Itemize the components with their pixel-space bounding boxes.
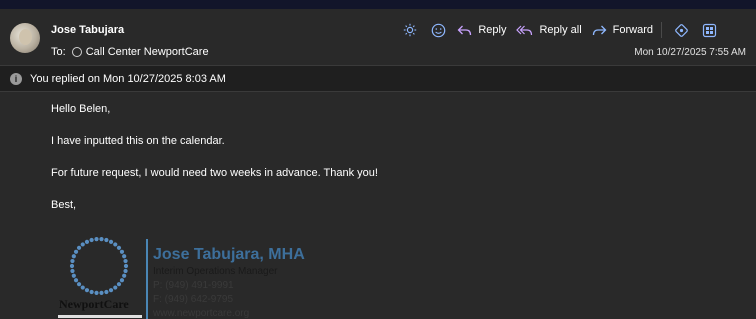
reply-all-label: Reply all: [539, 24, 582, 36]
reply-all-icon: [516, 25, 533, 35]
logo-ring-dot: [69, 263, 75, 269]
forward-label: Forward: [612, 24, 653, 36]
logo-ring-dot: [73, 249, 79, 254]
logo-ring-dot: [89, 237, 94, 243]
logo-ring-dot: [104, 237, 109, 243]
reply-button[interactable]: Reply: [457, 24, 506, 37]
logo-underline: [58, 315, 142, 318]
greeting-line: Hello Belen,: [51, 103, 111, 115]
reply-label: Reply: [478, 24, 507, 36]
logo-ring-dot: [89, 289, 94, 295]
logo-ring-dot: [123, 258, 128, 264]
signature-fax: F: (949) 642-9795: [153, 294, 234, 305]
forward-icon: [592, 25, 607, 35]
logo-ring-dot: [84, 239, 90, 244]
signature-name: Jose Tabujara, MHA: [153, 246, 305, 263]
forward-button[interactable]: Forward: [592, 24, 653, 37]
logo-ring-dot: [70, 258, 75, 264]
logo-ring-dot: [71, 273, 76, 278]
logo-ring-dot: [70, 268, 75, 274]
emoji-icon[interactable]: [429, 21, 447, 39]
reply-info-text: You replied on Mon 10/27/2025 8:03 AM: [30, 72, 226, 85]
logo-ring-dot: [99, 237, 104, 242]
reply-info-bar: i You replied on Mon 10/27/2025 8:03 AM: [0, 65, 756, 92]
email-signature: NewportCare Jose Tabujara, MHA Interim O…: [56, 235, 356, 319]
to-label: To:: [51, 46, 66, 58]
body-line-1: I have inputted this on the calendar.: [51, 135, 225, 147]
newportcare-logo: NewportCare: [56, 235, 144, 319]
signature-title: Interim Operations Manager: [153, 266, 278, 277]
logo-ring-dot: [116, 245, 122, 250]
reply-all-button[interactable]: Reply all: [516, 24, 582, 37]
brightness-icon[interactable]: [401, 21, 419, 39]
logo-ring-dot: [80, 242, 85, 247]
logo-ring-dot: [119, 249, 125, 254]
sender-avatar[interactable]: [10, 23, 40, 53]
logo-ring-dot: [73, 278, 79, 283]
recipient-row: To: Call Center NewportCare: [51, 46, 209, 58]
closing-line: Best,: [51, 199, 77, 211]
logo-ring-dot: [113, 242, 118, 247]
window-top-strip: [0, 0, 756, 9]
logo-brand-text: NewportCare: [59, 297, 129, 311]
signature-website[interactable]: www.newportcare.org: [153, 308, 249, 319]
logo-ring-dot: [108, 239, 114, 244]
loop-app-icon[interactable]: [672, 21, 690, 39]
logo-ring-dot: [94, 237, 99, 242]
logo-ring-dot: [116, 282, 122, 287]
logo-ring-dot: [99, 290, 104, 295]
recipient-name[interactable]: Call Center NewportCare: [86, 46, 209, 58]
toolbar-divider: [661, 22, 662, 38]
signature-phone: P: (949) 491-9991: [153, 280, 234, 291]
logo-ring-dot: [76, 245, 82, 250]
message-toolbar: Reply Reply all Forward: [391, 21, 718, 39]
logo-ring-dot: [84, 288, 90, 293]
body-line-2: For future request, I would need two wee…: [51, 167, 378, 179]
message-date: Mon 10/27/2025 7:55 AM: [634, 47, 746, 58]
logo-ring-dot: [122, 273, 127, 278]
logo-ring-dot: [76, 282, 82, 287]
logo-ring-dot: [94, 290, 99, 295]
logo-ring-dot: [71, 254, 76, 259]
logo-ring-dot: [122, 254, 127, 259]
logo-ring-dot: [113, 285, 118, 290]
sender-name[interactable]: Jose Tabujara: [51, 24, 124, 36]
apps-grid-icon[interactable]: [700, 21, 718, 39]
signature-divider: [146, 239, 148, 319]
reply-icon: [457, 25, 472, 35]
presence-circle-icon: [71, 47, 82, 57]
logo-ring-dot: [123, 263, 129, 269]
logo-ring-dot: [123, 268, 128, 274]
logo-ring-dot: [80, 285, 85, 290]
logo-ring-dot: [119, 278, 125, 283]
logo-ring-dot: [108, 288, 114, 293]
logo-ring-dot: [104, 289, 109, 295]
info-icon: i: [10, 72, 22, 85]
